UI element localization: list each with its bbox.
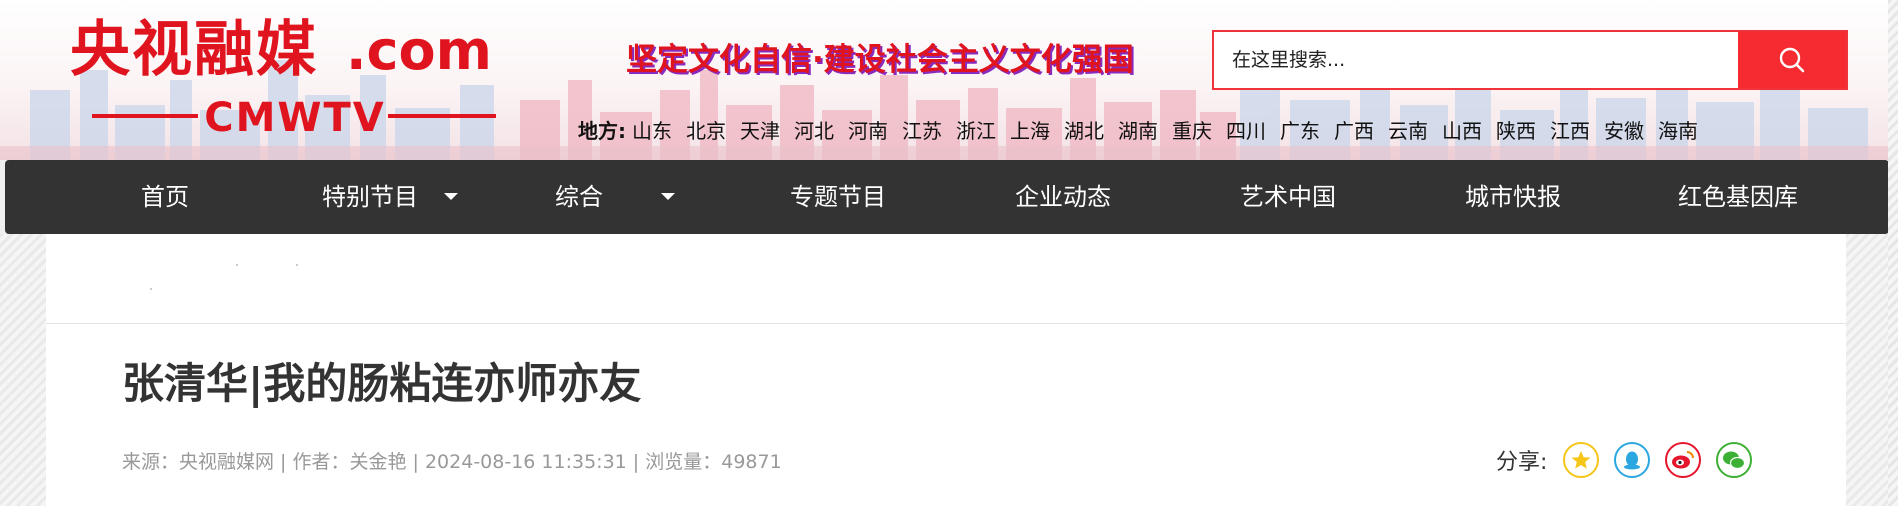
placeholder-dot [296,264,298,266]
logo-english-text: CMWTV [204,95,386,141]
region-link[interactable]: 广西 [1334,115,1374,144]
region-link[interactable]: 北京 [686,115,726,144]
chat-bubbles-icon [1723,451,1746,470]
region-links: 地方: 山东 北京 天津 河北 河南 江苏 浙江 上海 湖北 湖南 重庆 四川 … [578,114,1698,144]
search-button[interactable] [1738,32,1846,88]
region-link[interactable]: 河北 [794,115,834,144]
site-header: 央视融媒 .com CMWTV 坚定文化自信·建设社会主义文化强国 地方: 山东… [0,0,1898,160]
region-link[interactable]: 浙江 [956,115,996,144]
region-link[interactable]: 山西 [1442,115,1482,144]
article-meta: 来源：央视融媒网 | 作者：关金艳 | 2024-08-16 11:35:31 … [122,451,782,473]
weibo-eye-icon [1672,451,1695,469]
nav-item-label: 综合 [555,183,603,211]
region-link[interactable]: 湖南 [1118,115,1158,144]
nav-item-label: 首页 [141,183,189,211]
caret-down-icon [444,192,458,200]
nav-item-corporate-news[interactable]: 企业动态 [958,160,1168,234]
placeholder-dot [236,264,238,266]
region-link[interactable]: 江苏 [902,115,942,144]
header-slogan: 坚定文化自信·建设社会主义文化强国 [626,42,1134,78]
region-link[interactable]: 河南 [848,115,888,144]
penguin-icon [1624,451,1641,470]
article-title: 张清华|我的肠粘连亦师亦友 [122,359,642,408]
nav-item-label: 企业动态 [1015,183,1111,211]
weibo-icon[interactable] [1665,442,1702,478]
wechat-icon[interactable] [1716,442,1753,478]
region-link[interactable]: 山东 [632,115,672,144]
region-link[interactable]: 云南 [1388,115,1428,144]
region-label: 地方: [578,118,626,143]
main-nav: 首页 特别节目 综合 专题节目 企业动态 艺术中国 城市快报 红色基因库 [5,160,1889,234]
region-link[interactable]: 海南 [1658,115,1698,144]
nav-item-general[interactable]: 综合 [510,160,720,234]
nav-item-city-express[interactable]: 城市快报 [1408,160,1618,234]
logo-domain-text: .com [346,19,492,82]
nav-item-label: 红色基因库 [1678,183,1798,211]
logo-line-left [92,114,198,118]
nav-item-art-china[interactable]: 艺术中国 [1183,160,1393,234]
region-link[interactable]: 江西 [1550,115,1590,144]
logo-chinese-text: 央视融媒 [70,15,318,85]
logo-line-right [388,114,496,118]
star-icon [1572,451,1591,469]
scrollbar-track[interactable] [1888,0,1898,506]
share-bar: 分享: [1496,440,1767,480]
site-logo[interactable]: 央视融媒 .com CMWTV [70,14,530,141]
nav-item-label: 艺术中国 [1240,183,1336,211]
banner-placeholder [46,234,1846,324]
search-input[interactable] [1232,32,1732,88]
caret-down-icon [661,192,675,200]
qzone-star-icon[interactable] [1563,442,1600,478]
article-container: 张清华|我的肠粘连亦师亦友 来源：央视融媒网 | 作者：关金艳 | 2024-0… [46,234,1846,506]
page-background-left [0,234,46,506]
region-link[interactable]: 湖北 [1064,115,1104,144]
region-link[interactable]: 四川 [1226,115,1266,144]
region-link[interactable]: 广东 [1280,115,1320,144]
nav-item-topic-programs[interactable]: 专题节目 [733,160,943,234]
region-link[interactable]: 重庆 [1172,115,1212,144]
nav-item-label: 专题节目 [790,183,886,211]
region-link[interactable]: 天津 [740,115,780,144]
nav-item-label: 特别节目 [322,183,418,211]
share-label: 分享: [1496,450,1548,475]
nav-item-home[interactable]: 首页 [60,160,270,234]
placeholder-dot [150,288,152,290]
nav-item-special-programs[interactable]: 特别节目 [285,160,495,234]
qq-icon[interactable] [1614,442,1651,478]
nav-item-red-gene-bank[interactable]: 红色基因库 [1633,160,1843,234]
search-icon [1779,47,1805,73]
region-link[interactable]: 上海 [1010,115,1050,144]
region-link[interactable]: 陕西 [1496,115,1536,144]
nav-item-label: 城市快报 [1465,183,1561,211]
region-link[interactable]: 安徽 [1604,115,1644,144]
search-box [1212,30,1848,90]
page-background-right [1846,234,1888,506]
